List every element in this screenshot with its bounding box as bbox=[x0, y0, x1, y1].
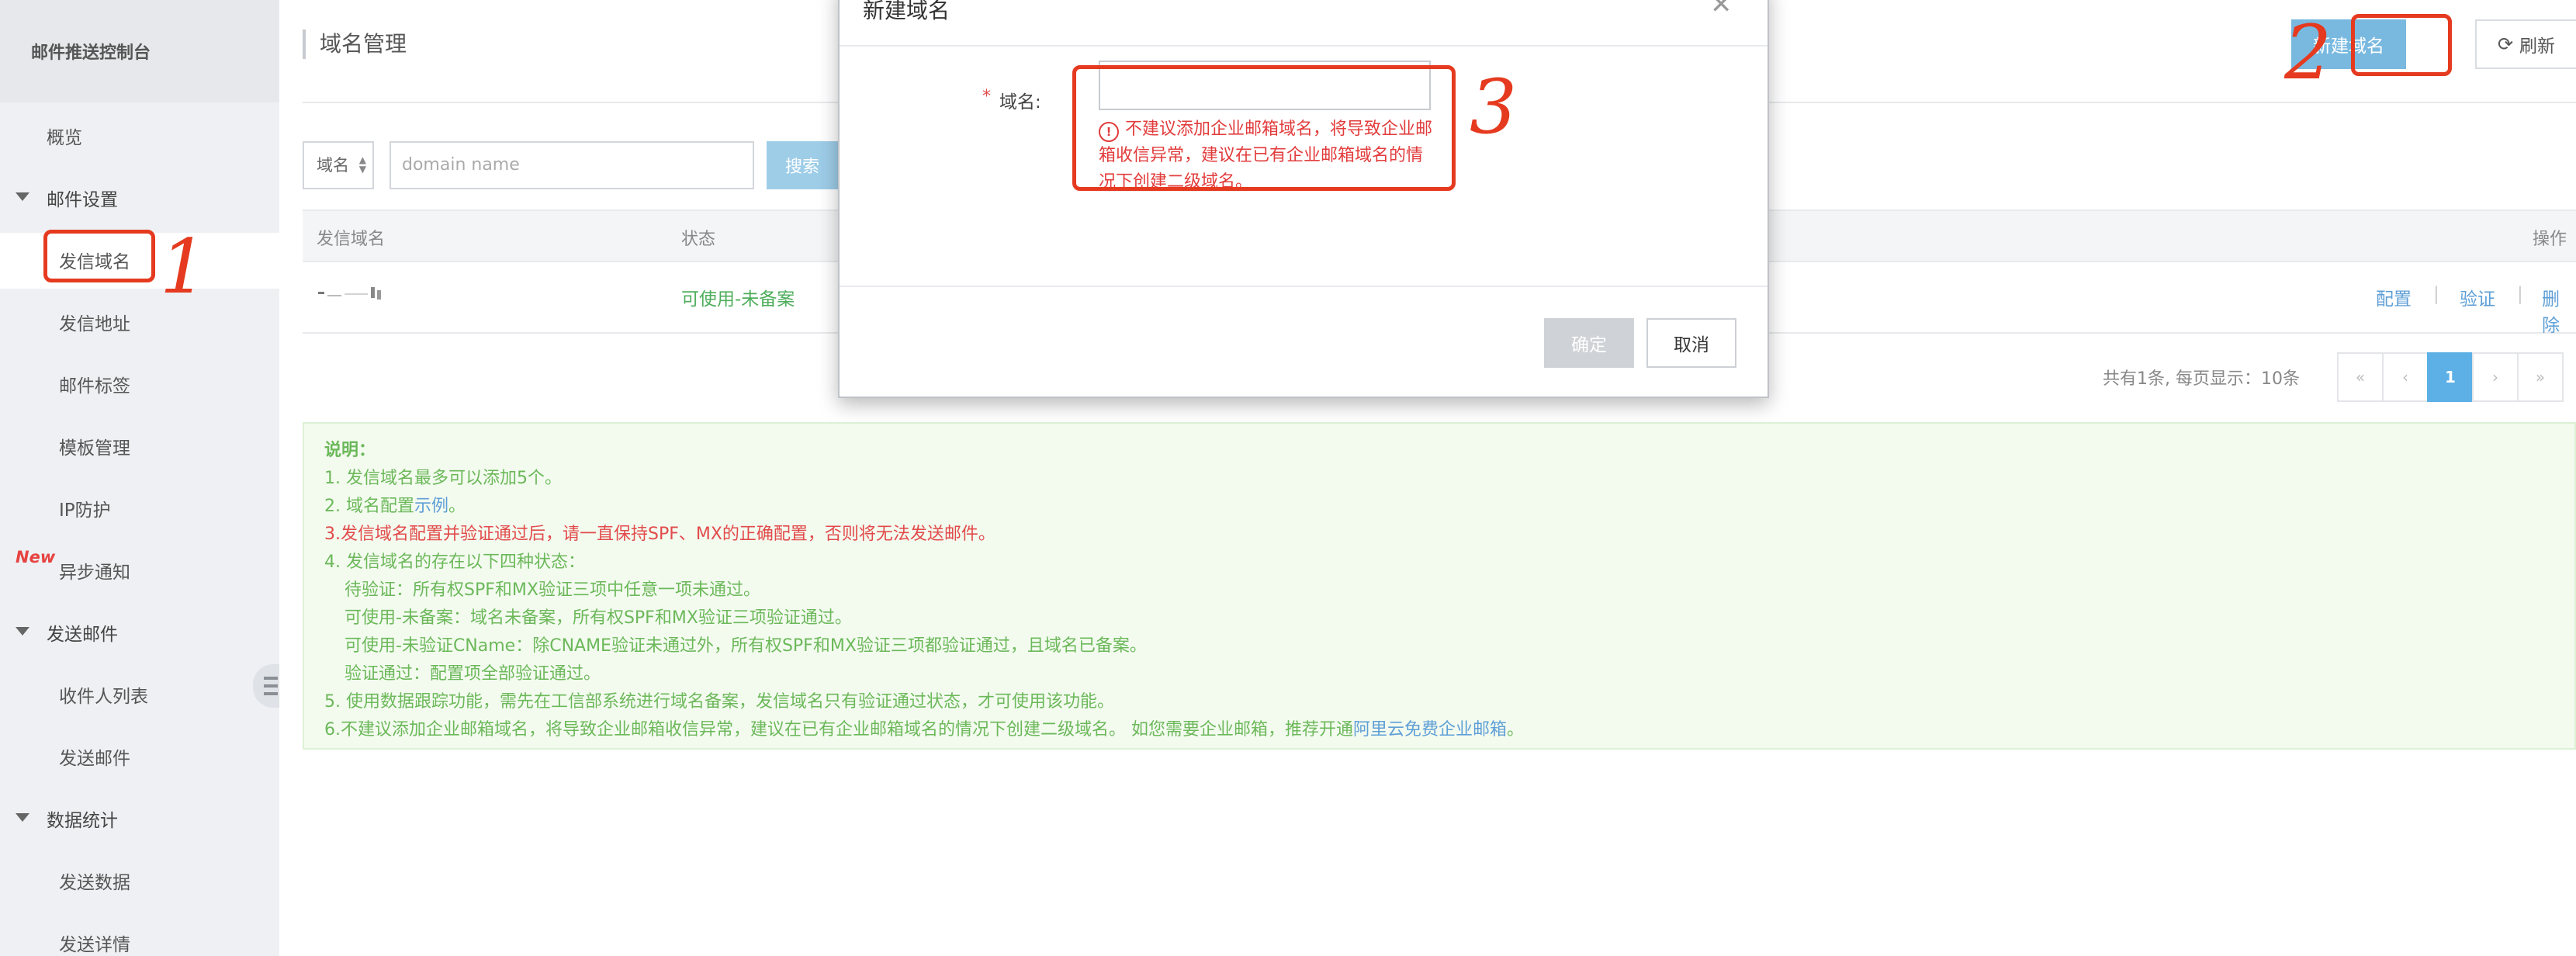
search-field-select[interactable]: 域名 ▲ ▼ bbox=[303, 141, 374, 189]
refresh-label: 刷新 bbox=[2519, 36, 2556, 57]
cancel-button[interactable]: 取消 bbox=[1646, 318, 1736, 368]
sidebar-item-overview[interactable]: 概览 bbox=[47, 123, 82, 149]
action-separator: | bbox=[2517, 284, 2523, 304]
chevron-down-icon[interactable] bbox=[16, 192, 29, 201]
pagination-first[interactable]: « bbox=[2337, 352, 2384, 402]
column-header-domain: 发信域名 bbox=[317, 230, 386, 249]
sidebar-item-sender-address[interactable]: 发信地址 bbox=[59, 309, 130, 335]
note-line-4a: 待验证：所有权SPF和MX验证三项中任意一项未通过。 bbox=[345, 580, 760, 600]
sidebar-group-send-mail[interactable]: 发送邮件 bbox=[47, 619, 118, 646]
required-mark: * bbox=[982, 87, 991, 106]
note-line-2: 2. 域名配置示例。 bbox=[324, 497, 466, 516]
pagination-prev[interactable]: ‹ bbox=[2382, 352, 2429, 402]
annotation-number-3: 3 bbox=[1470, 64, 1518, 151]
notes-panel: 说明： 1. 发信域名最多可以添加5个。 2. 域名配置示例。 3.发信域名配置… bbox=[303, 422, 2576, 750]
note-line-5: 5. 使用数据跟踪功能，需先在工信部系统进行域名备案，发信域名只有验证通过状态，… bbox=[324, 692, 1114, 712]
annotation-box-1 bbox=[43, 230, 155, 282]
note-line-4d: 验证通过：配置项全部验证通过。 bbox=[345, 664, 601, 684]
cell-status: 可使用-未备案 bbox=[681, 289, 795, 310]
pagination-next[interactable]: › bbox=[2472, 352, 2519, 402]
domain-field-label: 域名: bbox=[999, 92, 1041, 113]
sidebar-collapse-handle[interactable] bbox=[253, 664, 279, 708]
note-line-6: 6.不建议添加企业邮箱域名，将导致企业邮箱收信异常，建议在已有企业邮箱域名的情况… bbox=[324, 720, 1525, 740]
refresh-button[interactable]: ⟳ 刷新 bbox=[2475, 19, 2576, 69]
configure-link[interactable]: 配置 bbox=[2376, 284, 2412, 310]
sidebar-item-async-notify[interactable]: 异步通知 bbox=[59, 557, 130, 584]
sidebar-item-send-mail[interactable]: 发送邮件 bbox=[59, 743, 130, 770]
cell-domain-redacted bbox=[317, 284, 410, 307]
note-line-3: 3.发信域名配置并验证通过后，请一直保持SPF、MX的正确配置，否则将无法发送邮… bbox=[324, 525, 995, 544]
free-enterprise-mail-link[interactable]: 阿里云免费企业邮箱 bbox=[1353, 720, 1507, 740]
select-arrows-icon: ▲ ▼ bbox=[358, 154, 366, 175]
notes-title: 说明： bbox=[324, 441, 376, 460]
refresh-icon: ⟳ bbox=[2497, 33, 2514, 55]
pagination-info: 共有1条, 每页显示：10条 bbox=[2103, 369, 2300, 389]
chevron-down-icon[interactable] bbox=[16, 627, 29, 636]
close-icon[interactable]: ✕ bbox=[1710, 0, 1733, 20]
verify-link[interactable]: 验证 bbox=[2460, 284, 2495, 310]
chevron-down-icon[interactable] bbox=[16, 813, 29, 822]
sidebar: 邮件推送控制台 概览 邮件设置 发信域名 发信地址 邮件标签 模板管理 IP防护… bbox=[0, 0, 279, 956]
note-line-4b: 可使用-未备案：域名未备案，所有权SPF和MX验证三项验证通过。 bbox=[345, 608, 852, 628]
sidebar-group-statistics[interactable]: 数据统计 bbox=[47, 805, 118, 832]
note-line-4c: 可使用-未验证CName：除CNAME验证未通过外，所有权SPF和MX验证三项都… bbox=[345, 636, 1147, 656]
column-header-actions: 操作 bbox=[2533, 230, 2567, 249]
sidebar-item-send-data[interactable]: 发送数据 bbox=[59, 868, 130, 894]
search-input[interactable]: domain name bbox=[390, 141, 754, 189]
sidebar-item-mail-tags[interactable]: 邮件标签 bbox=[59, 371, 130, 397]
delete-link[interactable]: 删除 bbox=[2542, 284, 2576, 337]
example-link[interactable]: 示例 bbox=[414, 497, 448, 516]
sidebar-item-recipient-list[interactable]: 收件人列表 bbox=[59, 681, 148, 708]
column-header-status: 状态 bbox=[681, 230, 716, 249]
dialog-title: 新建域名 bbox=[863, 0, 950, 23]
confirm-button[interactable]: 确定 bbox=[1544, 318, 1634, 368]
sidebar-group-mail-settings[interactable]: 邮件设置 bbox=[47, 185, 118, 211]
annotation-number-2: 2 bbox=[2284, 9, 2332, 96]
new-badge: New bbox=[16, 548, 56, 566]
sidebar-item-send-details[interactable]: 发送详情 bbox=[59, 930, 130, 956]
divider bbox=[840, 45, 1768, 47]
note-line-4: 4. 发信域名的存在以下四种状态： bbox=[324, 552, 585, 572]
pagination-last[interactable]: » bbox=[2517, 352, 2564, 402]
pagination-page-1[interactable]: 1 bbox=[2427, 352, 2474, 402]
note-line-1: 1. 发信域名最多可以添加5个。 bbox=[324, 469, 562, 488]
annotation-number-1: 1 bbox=[160, 223, 208, 310]
action-separator: | bbox=[2433, 284, 2439, 304]
sidebar-item-ip-protection[interactable]: IP防护 bbox=[59, 495, 111, 521]
sidebar-item-templates[interactable]: 模板管理 bbox=[59, 433, 130, 459]
annotation-box-2 bbox=[2351, 14, 2452, 76]
console-brand: 邮件推送控制台 bbox=[0, 0, 279, 102]
page-title: 域名管理 bbox=[303, 29, 407, 59]
new-domain-dialog: 新建域名 ✕ * 域名: ! 不建议添加企业邮箱域名，将导致企业邮箱收信异常，建议… bbox=[838, 0, 1769, 398]
divider bbox=[840, 286, 1768, 287]
annotation-box-3 bbox=[1072, 65, 1456, 191]
search-field-select-value: 域名 bbox=[317, 156, 349, 175]
search-button[interactable]: 搜索 bbox=[767, 141, 838, 189]
